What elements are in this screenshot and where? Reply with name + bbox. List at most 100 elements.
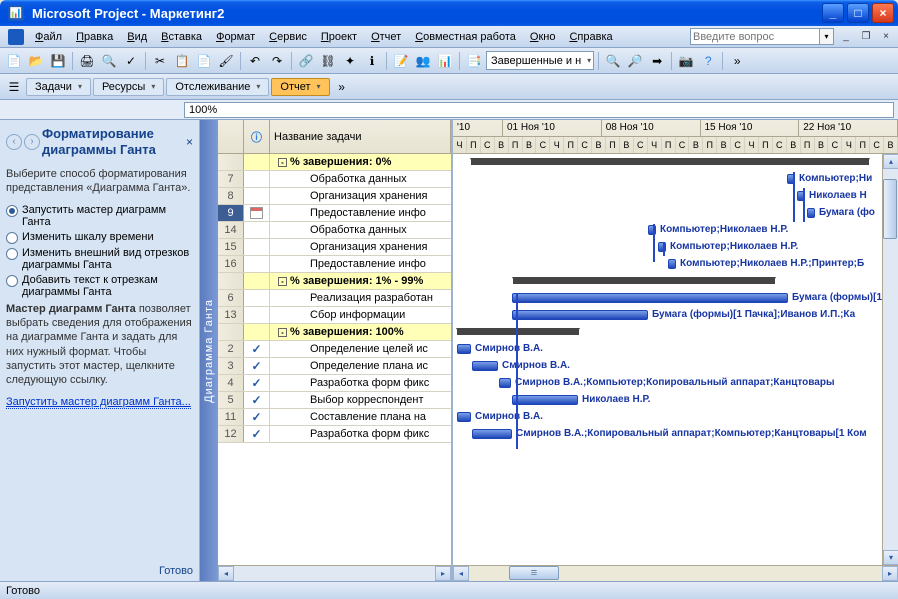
close-button[interactable]: ×	[872, 3, 894, 23]
task-row[interactable]: 12✓Разработка форм фикс	[218, 426, 451, 443]
task-row[interactable]: 8Организация хранения	[218, 188, 451, 205]
undo-button[interactable]: ↶	[245, 51, 265, 71]
mdi-close-button[interactable]: ×	[878, 30, 894, 44]
split-button[interactable]: ✦	[340, 51, 360, 71]
group-combo[interactable]: Завершенные и н	[486, 51, 594, 70]
gantt-bar[interactable]	[457, 344, 471, 354]
cut-button[interactable]: ✂	[150, 51, 170, 71]
info-col-header[interactable]: ⓘ	[244, 120, 270, 153]
task-name-cell[interactable]: Составление плана на	[270, 409, 451, 425]
resources-view-button[interactable]: Ресурсы▾	[93, 78, 164, 96]
task-name-cell[interactable]: Обработка данных	[270, 222, 451, 238]
gantt-bar[interactable]	[807, 208, 815, 218]
row-num-header[interactable]	[218, 120, 244, 153]
task-row[interactable]: 14Обработка данных	[218, 222, 451, 239]
mdi-maximize-button[interactable]: ❐	[858, 30, 874, 44]
menu-Формат[interactable]: Формат	[209, 29, 262, 45]
radio-option-0[interactable]: Запустить мастер диаграмм Ганта	[6, 204, 193, 228]
goto-task-button[interactable]: ➡	[647, 51, 667, 71]
scroll-down-button[interactable]: ▾	[883, 550, 898, 565]
task-name-cell[interactable]: Выбор корреспондент	[270, 392, 451, 408]
gantt-scroll-left[interactable]: ◂	[453, 566, 469, 581]
guide-toggle-button[interactable]: ☰	[4, 77, 24, 97]
task-row[interactable]: 2✓Определение целей ис	[218, 341, 451, 358]
gantt-bar[interactable]	[512, 310, 648, 320]
radio-option-2[interactable]: Изменить внешний вид отрезков диаграммы …	[6, 247, 193, 271]
scroll-left-button[interactable]: ◂	[218, 566, 234, 581]
gantt-bar[interactable]	[499, 378, 511, 388]
row-number[interactable]: 8	[218, 188, 244, 204]
publish-button[interactable]: 📊	[435, 51, 455, 71]
task-name-cell[interactable]: Реализация разработан	[270, 290, 451, 306]
task-row[interactable]: 5✓Выбор корреспондент	[218, 392, 451, 409]
zoom-in-button[interactable]: 🔍	[603, 51, 623, 71]
gantt-bar[interactable]	[512, 293, 788, 303]
task-name-cell[interactable]: Предоставление инфо	[270, 205, 451, 221]
info-button[interactable]: ℹ	[362, 51, 382, 71]
help-search-input[interactable]	[690, 28, 820, 45]
timescale-header[interactable]: '1001 Ноя '1008 Ноя '1015 Ноя '1022 Ноя …	[453, 120, 898, 154]
row-number[interactable]	[218, 273, 244, 289]
menu-Вид[interactable]: Вид	[120, 29, 154, 45]
scroll-up-button[interactable]: ▴	[883, 154, 898, 169]
print-button[interactable]: 🖨	[77, 51, 97, 71]
format-painter-button[interactable]: 🖌	[216, 51, 236, 71]
view-tab[interactable]: Диаграмма Ганта	[200, 120, 218, 581]
entry-field[interactable]: 100%	[184, 102, 894, 118]
copy-button[interactable]: 📋	[172, 51, 192, 71]
table-hscroll[interactable]: ◂ ▸	[218, 565, 451, 581]
toolbar2-options[interactable]: »	[332, 77, 352, 97]
row-number[interactable]: 5	[218, 392, 244, 408]
gantt-bar[interactable]	[472, 429, 512, 439]
toolbar-options[interactable]: »	[727, 51, 747, 71]
tasks-view-button[interactable]: Задачи▾	[26, 78, 91, 96]
spelling-button[interactable]: ✓	[121, 51, 141, 71]
help-search-dropdown[interactable]: ▾	[820, 28, 834, 45]
task-name-cell[interactable]: Разработка форм фикс	[270, 375, 451, 391]
task-name-cell[interactable]: Определение целей ис	[270, 341, 451, 357]
copy-picture-button[interactable]: 📷	[676, 51, 696, 71]
link-button[interactable]: 🔗	[296, 51, 316, 71]
group-row[interactable]: -% завершения: 100%	[218, 324, 451, 341]
menu-Файл[interactable]: Файл	[28, 29, 69, 45]
task-row[interactable]: 16Предоставление инфо	[218, 256, 451, 273]
guide-forward-button[interactable]: ›	[24, 134, 40, 150]
open-button[interactable]: 📂	[26, 51, 46, 71]
unlink-button[interactable]: ⛓	[318, 51, 338, 71]
row-number[interactable]: 13	[218, 307, 244, 323]
gantt-hscroll[interactable]: ◂ ≡ ▸	[453, 565, 898, 581]
task-row[interactable]: 4✓Разработка форм фикс	[218, 375, 451, 392]
gantt-body[interactable]: Компьютер;НиНиколаев НБумага (фоКомпьюте…	[453, 154, 898, 565]
save-button[interactable]: 💾	[48, 51, 68, 71]
gantt-bar[interactable]	[512, 395, 578, 405]
menu-Совместная работа[interactable]: Совместная работа	[408, 29, 523, 45]
hscroll-thumb[interactable]: ≡	[509, 566, 559, 580]
task-name-cell[interactable]: -% завершения: 0%	[270, 154, 451, 170]
paste-button[interactable]: 📄	[194, 51, 214, 71]
gantt-bar[interactable]	[472, 361, 498, 371]
task-name-cell[interactable]: Определение плана ис	[270, 358, 451, 374]
row-number[interactable]	[218, 324, 244, 340]
radio-option-1[interactable]: Изменить шкалу времени	[6, 231, 193, 244]
group-row[interactable]: -% завершения: 1% - 99%	[218, 273, 451, 290]
menu-Вставка[interactable]: Вставка	[154, 29, 209, 45]
mdi-restore-button[interactable]: _	[838, 30, 854, 44]
summary-bar[interactable]	[457, 328, 579, 335]
row-number[interactable]: 2	[218, 341, 244, 357]
run-wizard-link[interactable]: Запустить мастер диаграмм Ганта...	[6, 396, 191, 409]
print-preview-button[interactable]: 🔍	[99, 51, 119, 71]
task-row[interactable]: 3✓Определение плана ис	[218, 358, 451, 375]
row-number[interactable]: 12	[218, 426, 244, 442]
row-number[interactable]	[218, 154, 244, 170]
new-button[interactable]: 📄	[4, 51, 24, 71]
task-row[interactable]: 9Предоставление инфо	[218, 205, 451, 222]
task-name-cell[interactable]: Обработка данных	[270, 171, 451, 187]
task-name-cell[interactable]: -% завершения: 1% - 99%	[270, 273, 451, 289]
menu-Проект[interactable]: Проект	[314, 29, 364, 45]
task-name-cell[interactable]: -% завершения: 100%	[270, 324, 451, 340]
collapse-icon[interactable]: -	[278, 158, 287, 167]
task-name-cell[interactable]: Разработка форм фикс	[270, 426, 451, 442]
menu-Сервис[interactable]: Сервис	[262, 29, 314, 45]
menu-Окно[interactable]: Окно	[523, 29, 563, 45]
name-col-header[interactable]: Название задачи	[270, 120, 451, 153]
